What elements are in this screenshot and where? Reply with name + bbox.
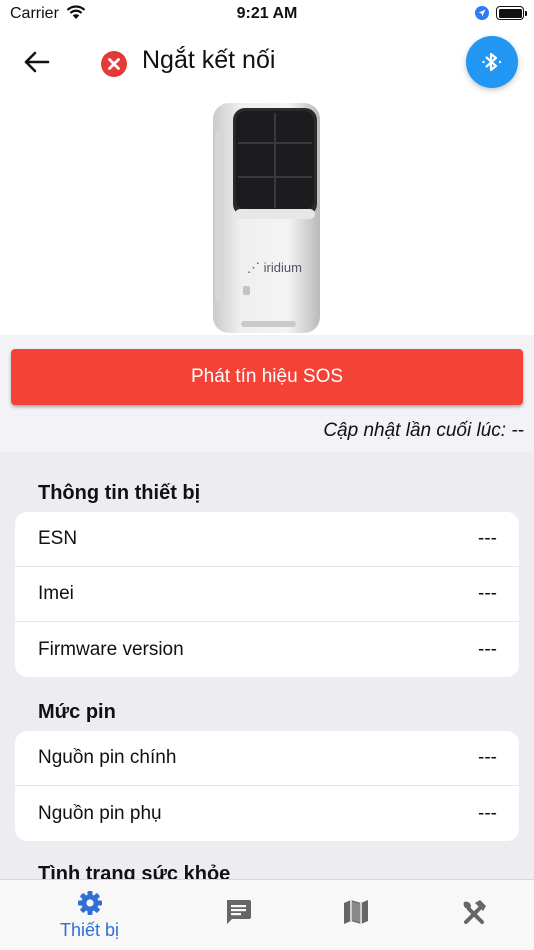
back-button[interactable] <box>22 50 52 74</box>
firmware-row[interactable]: Firmware version --- <box>15 622 519 677</box>
bluetooth-button[interactable] <box>466 36 518 88</box>
back-arrow-icon <box>24 51 50 73</box>
sos-button[interactable]: Phát tín hiệu SOS <box>11 349 523 405</box>
location-arrow-icon <box>475 6 489 25</box>
tab-device[interactable]: Thiết bị <box>23 880 156 950</box>
health-title: Tình trạng sức khỏe <box>38 863 231 879</box>
tab-map[interactable] <box>289 880 422 950</box>
last-update-text: Cập nhật lần cuối lúc: -- <box>323 420 524 441</box>
page-title: Ngắt kết nối <box>142 46 276 74</box>
clock: 9:21 AM <box>236 5 298 22</box>
status-bar: Carrier 9:21 AM <box>0 0 534 30</box>
message-icon <box>226 900 251 924</box>
brand-logo-text: ⋰ iridium <box>247 260 302 275</box>
imei-row[interactable]: Imei --- <box>15 567 519 622</box>
backup-battery-row[interactable]: Nguồn pin phụ --- <box>15 786 519 841</box>
main-battery-row[interactable]: Nguồn pin chính --- <box>15 731 519 786</box>
tab-messages[interactable] <box>171 880 304 950</box>
device-info-card: ESN --- Imei --- Firmware version --- <box>15 512 519 677</box>
disconnected-icon <box>101 51 127 77</box>
info-scroll-area[interactable]: Thông tin thiết bị ESN --- Imei --- Firmwa… <box>0 452 534 879</box>
tab-bar: Thiết bị <box>0 879 534 950</box>
device-header: Ngắt kết nối ⋰ iridium <box>0 30 534 335</box>
esn-row[interactable]: ESN --- <box>15 512 519 567</box>
map-icon <box>343 900 368 924</box>
battery-icon <box>496 6 527 20</box>
tab-tools[interactable] <box>407 880 534 950</box>
tab-device-label: Thiết bị <box>59 920 120 940</box>
battery-title: Mức pin <box>38 701 116 723</box>
bluetooth-icon <box>482 52 502 72</box>
gear-icon <box>77 891 102 915</box>
device-info-title: Thông tin thiết bị <box>38 482 201 504</box>
tools-icon <box>463 900 486 924</box>
battery-card: Nguồn pin chính --- Nguồn pin phụ --- <box>15 731 519 841</box>
device-image: ⋰ iridium <box>211 101 323 341</box>
